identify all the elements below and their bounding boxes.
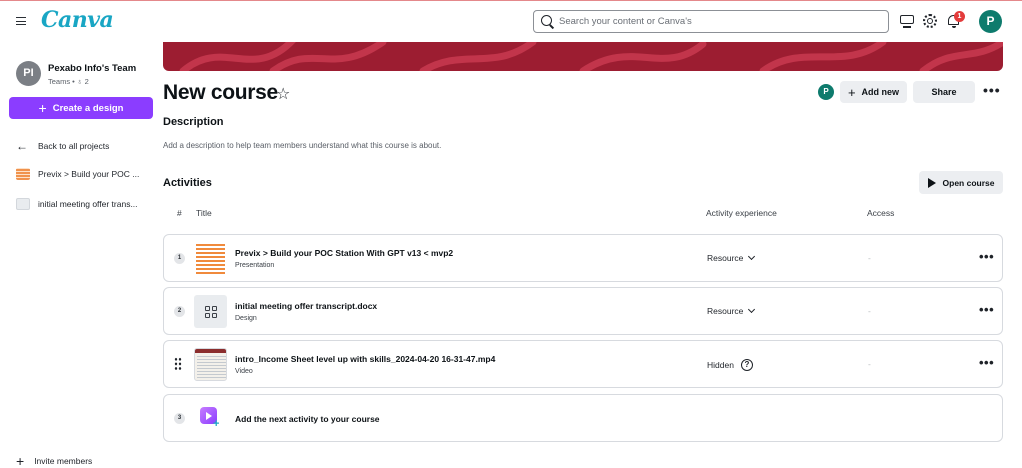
experience-value: Hidden bbox=[707, 360, 734, 370]
experience-value: Resource bbox=[707, 253, 744, 263]
search-box[interactable] bbox=[533, 10, 889, 33]
back-to-projects-link[interactable]: ← Back to all projects bbox=[16, 140, 109, 152]
more-icon[interactable]: ••• bbox=[983, 82, 1001, 98]
notification-badge: 1 bbox=[954, 11, 965, 22]
presentation-thumbnail bbox=[16, 168, 30, 180]
table-row[interactable]: 2 initial meeting offer transcript.docx … bbox=[163, 287, 1003, 335]
column-header-number: # bbox=[177, 208, 182, 218]
experience-dropdown[interactable]: Hidden ? bbox=[707, 359, 753, 371]
column-header-access: Access bbox=[867, 208, 895, 218]
activity-title[interactable]: intro_Income Sheet level up with skills_… bbox=[235, 354, 495, 364]
activity-type: Video bbox=[235, 368, 253, 375]
plus-icon: + bbox=[16, 453, 25, 468]
more-icon[interactable]: ••• bbox=[979, 249, 994, 264]
experience-dropdown[interactable]: Resource bbox=[707, 252, 756, 263]
star-icon[interactable]: ☆ bbox=[276, 84, 290, 104]
invite-members-button[interactable]: + Invite members bbox=[16, 454, 92, 468]
chevron-down-icon bbox=[748, 252, 756, 261]
canva-logo[interactable]: Canva bbox=[41, 7, 114, 33]
add-activity-icon: + bbox=[194, 402, 227, 435]
back-label: Back to all projects bbox=[38, 141, 110, 151]
document-thumbnail bbox=[16, 198, 30, 210]
chevron-down-icon bbox=[748, 305, 756, 314]
grid-icon bbox=[204, 305, 217, 318]
search-icon bbox=[541, 15, 552, 26]
hamburger-icon[interactable] bbox=[16, 17, 26, 25]
access-value: - bbox=[868, 253, 871, 263]
sidebar-item-previx[interactable]: Previx > Build your POC ... bbox=[16, 168, 139, 180]
column-header-title: Title bbox=[196, 208, 212, 218]
experience-value: Resource bbox=[707, 306, 744, 316]
add-new-label: Add new bbox=[861, 87, 900, 97]
design-thumbnail bbox=[194, 295, 227, 328]
activity-type: Presentation bbox=[235, 262, 275, 269]
team-subtitle: Teams • ♁ 2 bbox=[48, 77, 89, 86]
experience-dropdown[interactable]: Resource bbox=[707, 305, 756, 316]
description-input[interactable]: Add a description to help team members u… bbox=[163, 141, 441, 150]
create-design-button[interactable]: + Create a design bbox=[9, 97, 153, 119]
activity-title[interactable]: Previx > Build your POC Station With GPT… bbox=[235, 248, 453, 258]
row-number: 1 bbox=[174, 253, 185, 264]
open-course-label: Open course bbox=[942, 177, 995, 188]
monitor-icon[interactable] bbox=[899, 13, 915, 29]
more-icon[interactable]: ••• bbox=[979, 355, 994, 370]
add-activity-row[interactable]: 3 + Add the next activity to your course bbox=[163, 394, 1003, 442]
access-value: - bbox=[868, 306, 871, 316]
sidebar-item-label: initial meeting offer trans... bbox=[38, 199, 138, 209]
team-avatar[interactable]: PI bbox=[16, 61, 41, 86]
plus-icon: + bbox=[847, 84, 856, 100]
invite-label: Invite members bbox=[34, 456, 93, 466]
banner-pattern bbox=[179, 42, 1003, 71]
description-heading: Description bbox=[163, 116, 224, 128]
table-row[interactable]: 1 Previx > Build your POC Station With G… bbox=[163, 234, 1003, 282]
course-cover-banner bbox=[163, 42, 1003, 71]
share-button[interactable]: Share bbox=[913, 81, 975, 103]
top-bar: Canva 1 P bbox=[0, 1, 1022, 42]
user-avatar[interactable]: P bbox=[979, 10, 1002, 33]
presentation-thumbnail bbox=[194, 242, 227, 275]
activity-type: Design bbox=[235, 315, 257, 322]
table-row[interactable]: intro_Income Sheet level up with skills_… bbox=[163, 340, 1003, 388]
access-value: - bbox=[868, 359, 871, 369]
row-number: 2 bbox=[174, 306, 185, 317]
gear-icon[interactable] bbox=[922, 13, 938, 29]
row-number: 3 bbox=[174, 413, 185, 424]
activity-title[interactable]: initial meeting offer transcript.docx bbox=[235, 301, 377, 311]
team-name[interactable]: Pexabo Info's Team bbox=[48, 63, 136, 74]
course-title[interactable]: New course bbox=[163, 81, 278, 105]
create-design-label: Create a design bbox=[52, 102, 124, 114]
column-header-experience: Activity experience bbox=[706, 208, 777, 218]
sidebar-item-meeting[interactable]: initial meeting offer trans... bbox=[16, 198, 138, 210]
video-thumbnail bbox=[194, 348, 227, 381]
sidebar-item-label: Previx > Build your POC ... bbox=[38, 169, 140, 179]
add-activity-label[interactable]: Add the next activity to your course bbox=[235, 414, 380, 424]
arrow-left-icon: ← bbox=[16, 139, 28, 153]
activities-heading: Activities bbox=[163, 177, 212, 189]
more-icon[interactable]: ••• bbox=[979, 302, 994, 317]
open-course-button[interactable]: Open course bbox=[919, 171, 1003, 194]
play-icon bbox=[927, 177, 936, 188]
drag-handle-icon[interactable] bbox=[174, 357, 182, 371]
search-input[interactable] bbox=[559, 13, 879, 30]
add-new-button[interactable]: + Add new bbox=[840, 81, 907, 103]
collaborator-avatar[interactable]: P bbox=[818, 84, 834, 100]
help-icon[interactable]: ? bbox=[740, 359, 753, 371]
plus-icon: + bbox=[38, 100, 47, 116]
